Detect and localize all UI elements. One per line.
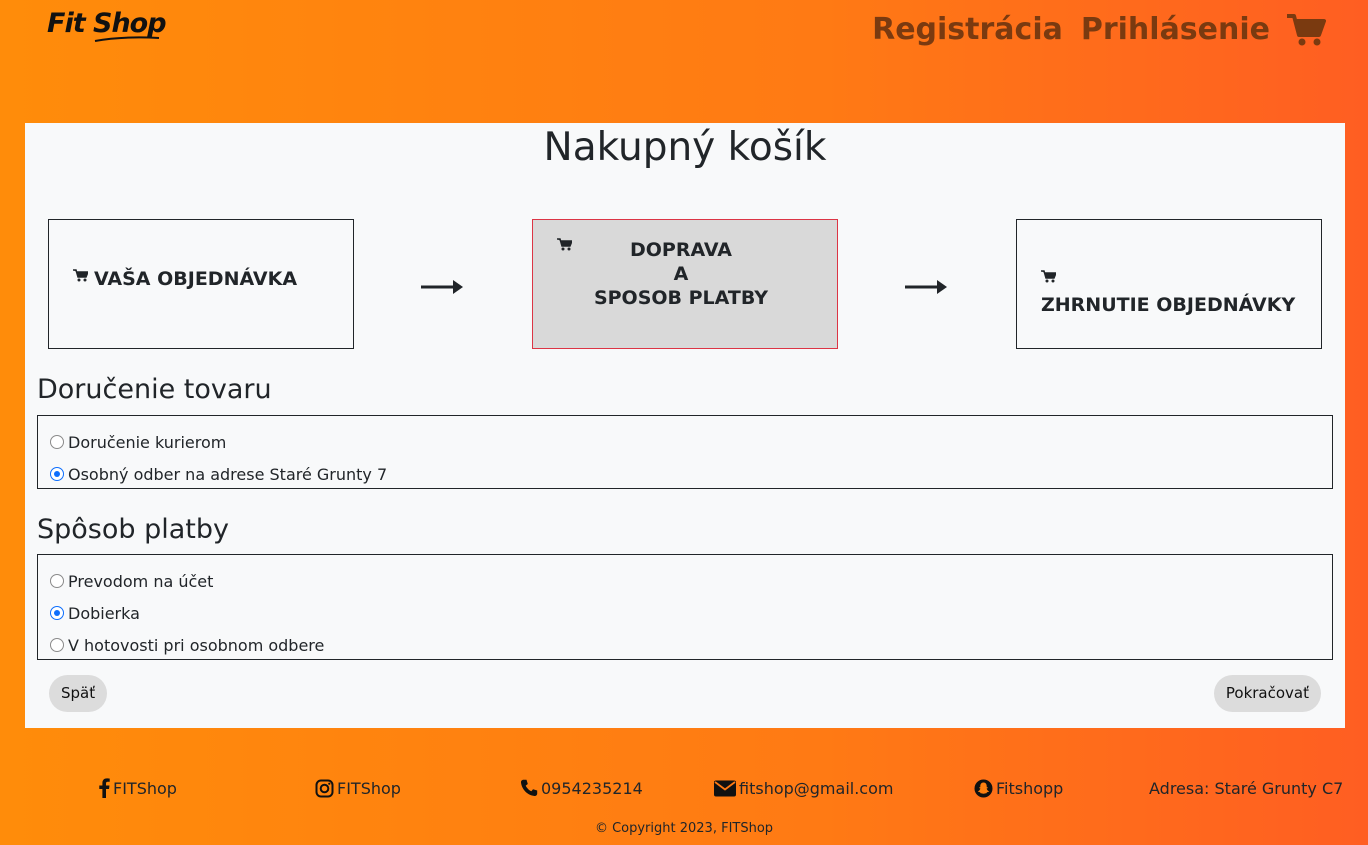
step-order-summary[interactable]: ZHRNUTIE OBJEDNÁVKY	[1016, 219, 1322, 349]
payment-option-cod[interactable]: Dobierka	[38, 597, 1332, 629]
step-label-line1: DOPRAVA	[629, 239, 732, 261]
cart-panel: Nakupný košík VAŠA OBJEDNÁVKA DOPRAVA A …	[25, 123, 1345, 728]
footer-snapchat-link[interactable]: Fitshopp	[974, 776, 1063, 800]
step-delivery-payment[interactable]: DOPRAVA A SPOSOB PLATBY	[532, 219, 838, 349]
footer-phone[interactable]: 0954235214	[520, 776, 643, 800]
footer-instagram-link[interactable]: FITShop	[315, 776, 401, 800]
footer-email-label: fitshop@gmail.com	[739, 778, 894, 798]
page-title: Nakupný košík	[543, 125, 827, 170]
copyright: © Copyright 2023, FITShop	[594, 821, 774, 836]
arrow-right-icon	[905, 280, 947, 294]
cart-icon	[557, 238, 572, 251]
logo-fit: Fit	[47, 8, 86, 39]
instagram-icon	[315, 779, 334, 797]
footer-email-link[interactable]: fitshop@gmail.com	[714, 776, 893, 800]
radio-button[interactable]	[50, 435, 64, 449]
footer-address: Adresa: Staré Grunty C7	[1149, 776, 1343, 800]
delivery-option-pickup[interactable]: Osobný odber na adrese Staré Grunty 7	[38, 458, 1332, 490]
radio-button[interactable]	[50, 638, 64, 652]
register-link[interactable]: Registrácia	[872, 8, 1063, 52]
login-link[interactable]: Prihlásenie	[1081, 8, 1270, 52]
delivery-options: Doručenie kurierom Osobný odber na adres…	[37, 415, 1333, 489]
footer-snapchat-label: Fitshopp	[996, 778, 1064, 798]
snapchat-icon	[974, 779, 993, 797]
continue-button[interactable]: Pokračovať	[1213, 675, 1321, 712]
footer-address-label: Adresa: Staré Grunty C7	[1149, 778, 1344, 798]
delivery-title: Doručenie tovaru	[37, 374, 272, 405]
option-label: Osobný odber na adrese Staré Grunty 7	[68, 464, 388, 484]
option-label: Dobierka	[68, 603, 140, 623]
step-label: VAŠA OBJEDNÁVKA	[94, 268, 298, 290]
step-label-line3: SPOSOB PLATBY	[593, 287, 769, 309]
envelope-icon	[714, 780, 736, 796]
footer-phone-label: 0954235214	[541, 778, 643, 798]
option-label: V hotovosti pri osobnom odbere	[68, 635, 325, 655]
phone-icon	[520, 779, 538, 797]
footer-instagram-label: FITShop	[337, 778, 401, 798]
logo-shop: Shop	[93, 8, 167, 42]
radio-button-selected[interactable]	[50, 606, 64, 620]
step-label: ZHRNUTIE OBJEDNÁVKY	[1041, 294, 1296, 316]
cart-icon	[73, 269, 88, 282]
payment-option-cash[interactable]: V hotovosti pri osobnom odbere	[38, 629, 1332, 661]
payment-title: Spôsob platby	[37, 514, 229, 545]
cart-icon	[1041, 270, 1056, 283]
shopping-cart-icon[interactable]	[1286, 13, 1326, 47]
radio-button[interactable]	[50, 574, 64, 588]
footer-facebook-link[interactable]: FITShop	[98, 776, 177, 800]
payment-option-transfer[interactable]: Prevodom na účet	[38, 565, 1332, 597]
step-your-order[interactable]: VAŠA OBJEDNÁVKA	[48, 219, 354, 349]
radio-button-selected[interactable]	[50, 467, 64, 481]
arrow-right-icon	[421, 280, 463, 294]
facebook-icon	[99, 778, 110, 798]
logo[interactable]: Fit Shop	[47, 8, 167, 42]
back-button[interactable]: Späť	[49, 675, 108, 712]
logo-swoosh-icon	[94, 36, 160, 42]
option-label: Doručenie kurierom	[68, 432, 227, 452]
footer-facebook-label: FITShop	[113, 778, 177, 798]
option-label: Prevodom na účet	[68, 571, 214, 591]
step-label-line2: A	[673, 263, 689, 285]
delivery-option-courier[interactable]: Doručenie kurierom	[38, 426, 1332, 458]
top-nav: Registrácia Prihlásenie	[872, 8, 1326, 52]
payment-options: Prevodom na účet Dobierka V hotovosti pr…	[37, 554, 1333, 660]
